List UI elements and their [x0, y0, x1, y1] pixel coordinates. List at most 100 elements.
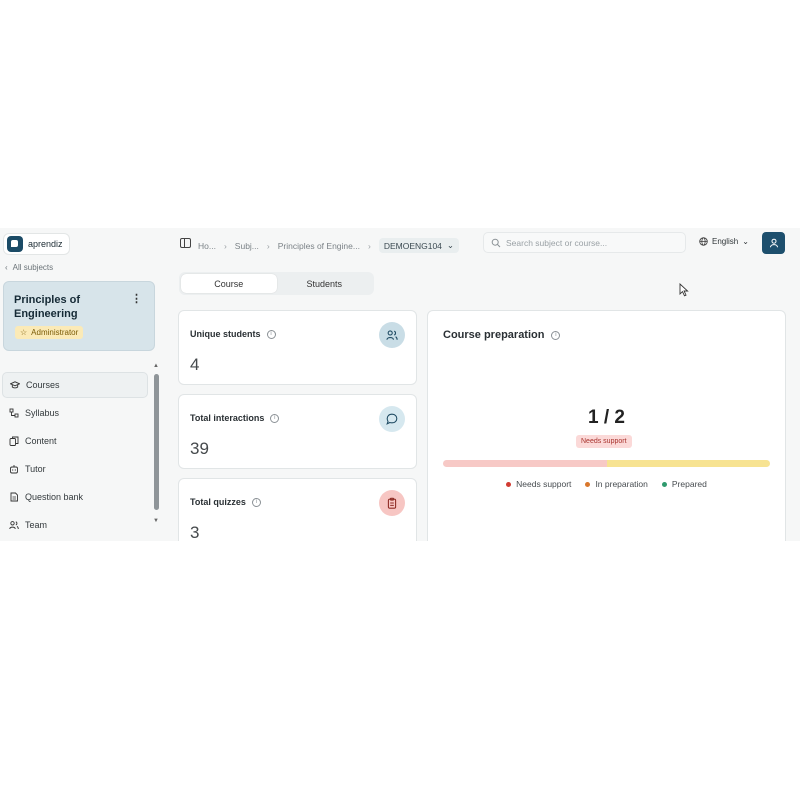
tab-course[interactable]: Course	[181, 274, 277, 293]
course-preparation-card: Course preparation i 1 / 2 Needs support…	[427, 310, 786, 541]
preparation-legend: Needs support In preparation Prepared	[428, 479, 785, 489]
chevron-down-icon: ⌄	[446, 240, 455, 250]
chat-bubble-icon	[379, 406, 405, 432]
chevron-down-icon: ⌄	[742, 237, 749, 246]
language-label: English	[712, 237, 739, 246]
user-icon	[769, 238, 778, 248]
tree-icon	[9, 408, 19, 418]
breadcrumb-item-home[interactable]: Ho...	[198, 241, 216, 251]
all-subjects-link[interactable]: ‹ All subjects	[5, 263, 53, 272]
more-options-icon[interactable]: ⋮	[131, 292, 142, 305]
sidebar-item-courses[interactable]: Courses	[2, 372, 148, 398]
legend-dot	[506, 481, 512, 487]
clipboard-icon	[379, 490, 405, 516]
star-icon: ☆	[20, 328, 28, 337]
role-badge: ☆ Administrator	[15, 326, 84, 339]
mouse-cursor-icon	[679, 283, 689, 297]
search-placeholder: Search subject or course...	[506, 237, 608, 248]
preparation-progress-bar	[443, 460, 770, 467]
sidebar-item-label: Content	[25, 436, 57, 446]
info-icon[interactable]: i	[266, 329, 276, 339]
logo-text: aprendiz	[28, 239, 63, 249]
info-icon[interactable]: i	[251, 497, 261, 507]
breadcrumb-item-subjects[interactable]: Subj...	[235, 241, 259, 251]
chevron-left-icon: ‹	[5, 263, 8, 272]
stat-label-text: Total quizzes	[190, 497, 246, 507]
legend-label: In preparation	[595, 479, 648, 489]
legend-label: Needs support	[516, 479, 572, 489]
breadcrumb: Ho... › Subj... › Principles of Engine..…	[198, 238, 460, 253]
stat-label: Total interactions i	[190, 413, 280, 423]
course-preparation-title-text: Course preparation	[443, 329, 545, 341]
sidebar-item-label: Tutor	[25, 464, 46, 474]
sidebar-item-content[interactable]: Content	[2, 428, 148, 454]
course-code: DEMOENG104	[383, 240, 442, 251]
legend-label: Prepared	[671, 479, 707, 489]
sidebar-item-team[interactable]: Team	[2, 512, 148, 538]
chevron-right-icon: ›	[367, 240, 371, 251]
chevron-right-icon: ›	[223, 240, 227, 251]
users-icon	[9, 520, 19, 530]
scroll-down-arrow-icon[interactable]: ▼	[153, 518, 159, 524]
sidebar-item-label: Question bank	[25, 492, 84, 502]
stat-label: Unique students i	[190, 329, 276, 339]
sidebar: aprendiz ‹ All subjects Principles of En…	[0, 228, 163, 541]
document-icon	[9, 492, 19, 502]
scroll-up-arrow-icon[interactable]: ▲	[153, 363, 159, 369]
sidebar-item-label: Courses	[26, 380, 60, 390]
files-icon	[9, 436, 19, 446]
view-tabs: Course Students	[179, 272, 374, 295]
main-content: Ho... › Subj... › Principles of Engine..…	[165, 228, 800, 541]
search-input[interactable]: Search subject or course...	[483, 232, 686, 253]
top-bar: Ho... › Subj... › Principles of Engine..…	[165, 228, 800, 258]
progress-segment-needs-support	[443, 460, 607, 467]
course-preparation-title: Course preparation i	[443, 329, 561, 341]
sidebar-item-label: Team	[25, 520, 48, 530]
users-icon	[379, 322, 405, 348]
graduation-cap-icon	[10, 380, 20, 390]
info-icon[interactable]: i	[270, 413, 280, 423]
all-subjects-label: All subjects	[12, 263, 54, 272]
sidebar-nav: Courses Syllabus Content Tutor Question …	[0, 372, 150, 540]
toggle-sidebar-icon[interactable]	[180, 238, 191, 248]
robot-icon	[9, 464, 19, 474]
legend-item-prepared: Prepared	[661, 479, 707, 489]
app-logo[interactable]: aprendiz	[3, 233, 70, 255]
legend-dot	[661, 481, 667, 487]
search-icon	[491, 238, 501, 247]
sidebar-item-tutor[interactable]: Tutor	[2, 456, 148, 482]
stat-card-total-interactions: Total interactions i 39	[178, 394, 417, 469]
legend-item-needs-support: Needs support	[506, 479, 571, 489]
stat-card-total-quizzes: Total quizzes i 3	[178, 478, 417, 541]
progress-segment-in-preparation	[606, 460, 770, 467]
app-window: aprendiz ‹ All subjects Principles of En…	[0, 228, 800, 541]
preparation-count: 1 / 2	[588, 407, 625, 428]
globe-icon	[699, 237, 708, 246]
sidebar-scrollbar[interactable]: ▲ ▼	[153, 363, 159, 538]
status-badge: Needs support	[576, 435, 632, 448]
user-menu-button[interactable]	[762, 232, 785, 254]
info-icon[interactable]: i	[551, 330, 561, 340]
chevron-right-icon: ›	[266, 240, 270, 251]
sidebar-item-question-bank[interactable]: Question bank	[2, 484, 148, 510]
subject-title: Principles of Engineering	[14, 294, 81, 320]
stat-label-text: Unique students	[190, 329, 261, 339]
stat-value: 3	[190, 523, 200, 541]
course-selector[interactable]: DEMOENG104 ⌄	[378, 238, 460, 253]
breadcrumb-item-subject[interactable]: Principles of Engine...	[278, 241, 360, 251]
logo-icon	[7, 236, 23, 252]
scrollbar-thumb[interactable]	[154, 374, 159, 510]
stat-value: 39	[190, 439, 209, 458]
stat-value: 4	[190, 355, 200, 374]
stat-label-text: Total interactions	[190, 413, 265, 423]
role-label: Administrator	[31, 328, 79, 337]
language-selector[interactable]: English ⌄	[699, 237, 749, 246]
legend-item-in-preparation: In preparation	[585, 479, 648, 489]
subject-card[interactable]: Principles of Engineering ⋮ ☆ Administra…	[3, 281, 155, 351]
sidebar-item-syllabus[interactable]: Syllabus	[2, 400, 148, 426]
sidebar-item-label: Syllabus	[25, 408, 60, 418]
tab-students[interactable]: Students	[277, 274, 373, 293]
stat-label: Total quizzes i	[190, 497, 261, 507]
legend-dot	[585, 481, 591, 487]
stat-card-unique-students: Unique students i 4	[178, 310, 417, 385]
